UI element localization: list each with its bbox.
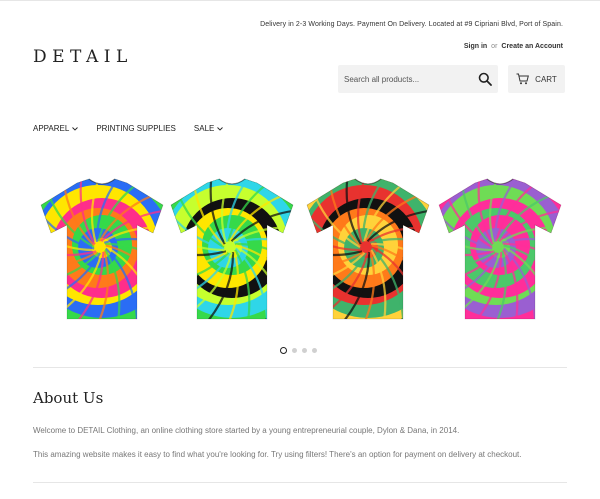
chevron-down-icon (217, 126, 224, 131)
slideshow-dots (280, 347, 317, 354)
tshirt-image-2[interactable] (167, 175, 297, 325)
footer-divider (33, 482, 567, 483)
slide-dot-2[interactable] (292, 348, 297, 353)
create-account-link[interactable]: Create an Account (501, 43, 563, 50)
tshirt-image-3[interactable] (303, 175, 433, 325)
about-title: About Us (33, 389, 104, 407)
nav-item-sale[interactable]: SALE (193, 124, 224, 133)
search-bar (338, 65, 498, 93)
about-paragraph-1: Welcome to DETAIL Clothing, an online cl… (33, 426, 460, 435)
search-icon[interactable] (478, 72, 492, 86)
nav-item-printing-supplies[interactable]: PRINTING SUPPLIES (96, 124, 176, 133)
hero-slideshow[interactable] (33, 165, 567, 335)
sign-in-link[interactable]: Sign in (464, 43, 487, 50)
nav-item-label: PRINTING SUPPLIES (96, 124, 176, 133)
tshirt-image-1[interactable] (37, 175, 167, 325)
cart-icon (516, 73, 530, 85)
slide-dot-1[interactable] (280, 347, 287, 354)
account-links: Sign in or Create an Account (464, 43, 563, 50)
chevron-down-icon (72, 126, 79, 131)
site-logo[interactable]: DETAIL (33, 47, 133, 67)
top-border (0, 0, 600, 1)
account-or-text: or (491, 43, 498, 50)
nav-item-apparel[interactable]: APPAREL (33, 124, 79, 133)
search-input[interactable] (338, 65, 473, 93)
about-paragraph-2: This amazing website makes it easy to fi… (33, 450, 522, 459)
nav-item-label: SALE (193, 124, 215, 133)
cart-button[interactable]: CART (508, 65, 565, 93)
cart-label: CART (535, 74, 557, 84)
section-divider (33, 367, 567, 368)
announcement-bar: Delivery in 2-3 Working Days. Payment On… (260, 21, 563, 28)
nav-item-label: APPAREL (33, 124, 70, 133)
slide-dot-3[interactable] (302, 348, 307, 353)
slide-dot-4[interactable] (312, 348, 317, 353)
main-nav: APPAREL PRINTING SUPPLIES SALE (33, 124, 224, 133)
tshirt-image-4[interactable] (435, 175, 565, 325)
